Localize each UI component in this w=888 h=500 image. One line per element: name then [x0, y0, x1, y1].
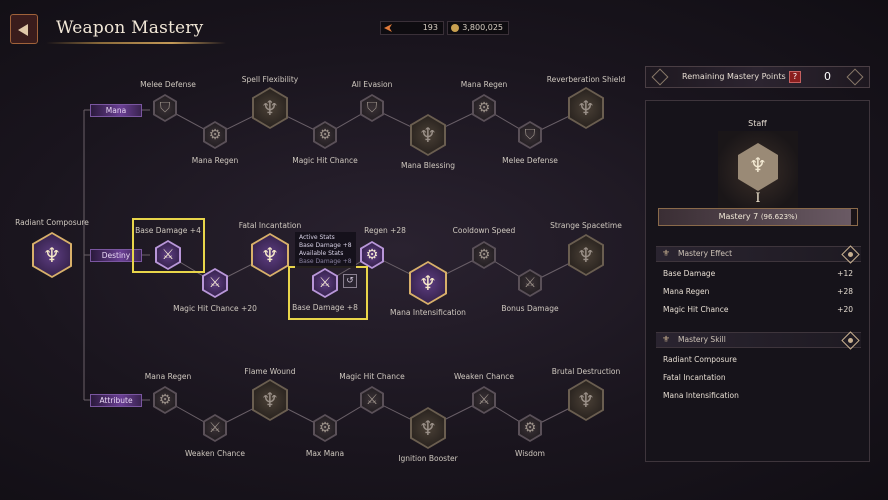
- staff-icon: ♆: [43, 243, 61, 267]
- weapon-rank: I: [755, 191, 761, 206]
- destiny-label-magic-hit-chance: Magic Hit Chance +20: [173, 304, 257, 313]
- mastery-level: Mastery 7: [718, 212, 759, 221]
- gear-icon: ⚙: [318, 420, 332, 436]
- staff-icon: ♆: [261, 96, 279, 120]
- crossed-swords-icon: ⚔: [208, 420, 222, 436]
- destiny-label-cooldown-speed: Cooldown Speed: [452, 226, 516, 235]
- track-mana[interactable]: Mana: [90, 104, 142, 117]
- staff-icon: ♆: [419, 123, 437, 147]
- prev-diamond-icon: [651, 68, 669, 86]
- effect-value: +28: [837, 287, 853, 296]
- mana-label-2: Mana Regen: [191, 156, 239, 165]
- fleur-icon: ⚜: [662, 249, 671, 259]
- destiny-label-regen: Regen +28: [364, 226, 406, 235]
- attr-label-6: Ignition Booster: [398, 454, 458, 463]
- crossed-swords-icon: ⚔: [477, 392, 491, 408]
- track-attribute[interactable]: Attribute: [90, 394, 142, 407]
- effect-row: Magic Hit Chance +20: [663, 305, 853, 317]
- remaining-points-value: 0: [824, 70, 831, 83]
- staff-icon: ♆: [261, 388, 279, 412]
- attr-label-1: Mana Regen: [144, 372, 192, 381]
- mastery-level-bar: Mastery 7 (96.623%): [658, 208, 858, 226]
- destiny-label-strange-spacetime: Strange Spacetime: [550, 221, 622, 230]
- staff-icon: ♆: [419, 271, 437, 295]
- destiny-label-mana-intensification: Mana Intensification: [390, 308, 466, 317]
- root-node-label: Radiant Composure: [15, 218, 89, 227]
- tooltip-available-value: Base Damage +8: [299, 258, 352, 265]
- effect-value: +20: [837, 305, 853, 314]
- gear-icon: ⚙: [477, 247, 491, 263]
- gear-icon: ⚙: [158, 392, 172, 408]
- mastery-info-panel: Staff ♆ I Mastery 7 (96.623%) ⚜ Mastery …: [645, 100, 870, 462]
- mana-label-7: Mana Regen: [460, 80, 508, 89]
- staff-icon: ♆: [749, 153, 767, 177]
- mana-label-4: Magic Hit Chance: [292, 156, 358, 165]
- crossed-swords-icon: ⚔: [208, 275, 222, 291]
- remaining-points-bar: Remaining Mastery Points ? 0: [645, 66, 870, 88]
- mastery-effect-header: ⚜ Mastery Effect: [656, 245, 861, 264]
- staff-icon: ♆: [577, 96, 595, 120]
- mastery-skill-header: ⚜ Mastery Skill: [656, 331, 861, 350]
- effect-row: Mana Regen +28: [663, 287, 853, 299]
- skill-row: Fatal Incantation: [663, 373, 726, 382]
- tooltip-active-value: Base Damage +8: [299, 242, 352, 249]
- staff-icon: ♆: [261, 243, 279, 267]
- effect-name: Base Damage: [663, 269, 716, 278]
- destiny-label-fatal-incantation: Fatal Incantation: [238, 221, 302, 230]
- gear-icon: ⚙: [523, 420, 537, 436]
- mastery-skill-title: Mastery Skill: [678, 335, 726, 344]
- effect-row: Base Damage +12: [663, 269, 853, 281]
- tooltip-active-title: Active Stats: [299, 234, 335, 241]
- mana-label-3: Spell Flexibility: [241, 75, 299, 84]
- weapon-emblem: ♆ I: [718, 131, 798, 211]
- skill-row: Radiant Composure: [663, 355, 737, 364]
- staff-icon: ♆: [419, 416, 437, 440]
- attr-label-2: Weaken Chance: [184, 449, 246, 458]
- selection-highlight-base-damage-2: [288, 266, 368, 320]
- crossed-swords-icon: ⚔: [523, 275, 537, 291]
- shield-icon: ⛉: [366, 100, 378, 116]
- node-tooltip: Active Stats Base Damage +8 Available St…: [295, 232, 356, 268]
- mana-label-9: Reverberation Shield: [546, 75, 626, 84]
- staff-icon: ♆: [577, 243, 595, 267]
- effect-name: Mana Regen: [663, 287, 710, 296]
- effect-name: Magic Hit Chance: [663, 305, 729, 314]
- gear-icon: ⚙: [477, 100, 491, 116]
- help-icon[interactable]: ?: [789, 71, 801, 83]
- mastery-effect-title: Mastery Effect: [678, 249, 733, 258]
- attr-label-8: Wisdom: [515, 449, 545, 458]
- attr-label-5: Magic Hit Chance: [339, 372, 405, 381]
- attr-label-4: Max Mana: [305, 449, 345, 458]
- crossed-swords-icon: ⚔: [365, 392, 379, 408]
- attr-label-9: Brutal Destruction: [551, 367, 621, 376]
- mana-label-8: Melee Defense: [502, 156, 558, 165]
- next-diamond-icon: [846, 68, 864, 86]
- weapon-name: Staff: [748, 119, 767, 128]
- staff-icon: ♆: [577, 388, 595, 412]
- remaining-points-label: Remaining Mastery Points: [682, 72, 786, 81]
- shield-icon: ⛉: [524, 127, 536, 143]
- weapon-mastery-screen: Weapon Mastery 193 3,800,025 Mana Destin…: [0, 0, 888, 500]
- gear-icon: ⚙: [208, 127, 222, 143]
- gear-icon: ⚙: [365, 247, 379, 263]
- attr-label-3: Flame Wound: [244, 367, 296, 376]
- mana-label-1: Melee Defense: [140, 80, 196, 89]
- destiny-label-bonus-damage: Bonus Damage: [501, 304, 559, 313]
- fleur-icon: ⚜: [662, 335, 671, 345]
- gear-icon: ⚙: [318, 127, 332, 143]
- info-icon[interactable]: [841, 245, 860, 264]
- info-icon[interactable]: [841, 331, 860, 350]
- skill-row: Mana Intensification: [663, 391, 739, 400]
- tooltip-available-title: Available Stats: [299, 250, 344, 257]
- mastery-percent: (96.623%): [760, 213, 798, 221]
- mana-label-6: Mana Blessing: [400, 161, 456, 170]
- attr-label-7: Weaken Chance: [453, 372, 515, 381]
- selection-highlight-base-damage-1: [132, 218, 205, 273]
- shield-icon: ⛉: [159, 100, 171, 116]
- mana-label-5: All Evasion: [351, 80, 393, 89]
- effect-value: +12: [837, 269, 853, 278]
